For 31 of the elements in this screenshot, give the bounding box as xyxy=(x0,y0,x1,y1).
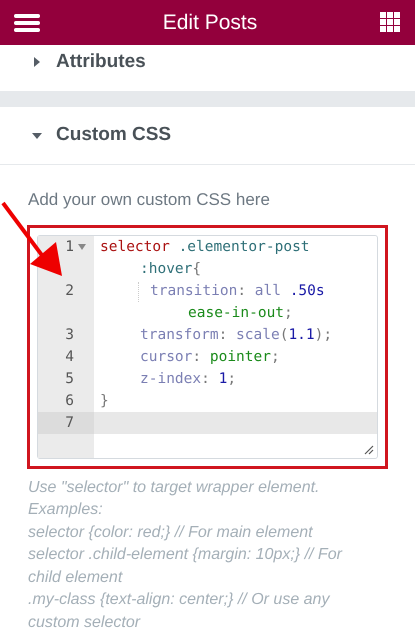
line-number: 3 xyxy=(65,326,75,344)
code-editor[interactable]: 1 selector .elementor-post :hover{ 2 transition: all .50s ease-in-out; 3 transform: scale(1.1); 4 cursor: pointer; 5 z-index: 1; 6 } 7 xyxy=(37,234,378,458)
line-number-gutter xyxy=(38,434,94,458)
section-header[interactable]: Attributes xyxy=(0,45,415,79)
code-text: } xyxy=(100,392,109,410)
line-number: 6 xyxy=(65,392,75,410)
help-text: selector .child-element {margin: 10px;} // For child element xyxy=(28,545,344,588)
code-text: ease-in-out; xyxy=(188,304,293,322)
section-header[interactable]: Custom CSS xyxy=(0,107,415,165)
code-text: z-index: 1; xyxy=(140,370,236,388)
line-number: 4 xyxy=(65,348,75,366)
code-text: transition: all .50s xyxy=(150,282,325,300)
code-text: :hover{ xyxy=(140,260,202,278)
line-number: 1 xyxy=(65,238,75,256)
grid-icon[interactable] xyxy=(380,12,401,33)
menu-icon[interactable] xyxy=(14,12,40,32)
line-number: 5 xyxy=(65,370,75,388)
help-text: selector {color: red;} // For main element xyxy=(28,522,314,542)
code-text: cursor: pointer; xyxy=(140,348,280,366)
help-text: Use "selector" to target wrapper element. Examples: xyxy=(28,478,320,520)
field-label: Add your own custom CSS here xyxy=(28,189,271,211)
fold-caret-icon[interactable] xyxy=(78,244,86,250)
line-number: 2 xyxy=(65,282,75,300)
header-title: Edit Posts xyxy=(162,10,258,36)
help-text: .my-class {text-align: center;} // Or use any custom selector xyxy=(28,590,332,632)
caret-down-icon xyxy=(32,130,42,140)
line-number: 7 xyxy=(65,414,75,432)
resize-handle-icon[interactable] xyxy=(364,444,374,454)
code-text: selector .elementor-post xyxy=(100,238,310,256)
code-text: transform: scale(1.1); xyxy=(140,326,332,344)
caret-right-icon xyxy=(32,57,42,67)
